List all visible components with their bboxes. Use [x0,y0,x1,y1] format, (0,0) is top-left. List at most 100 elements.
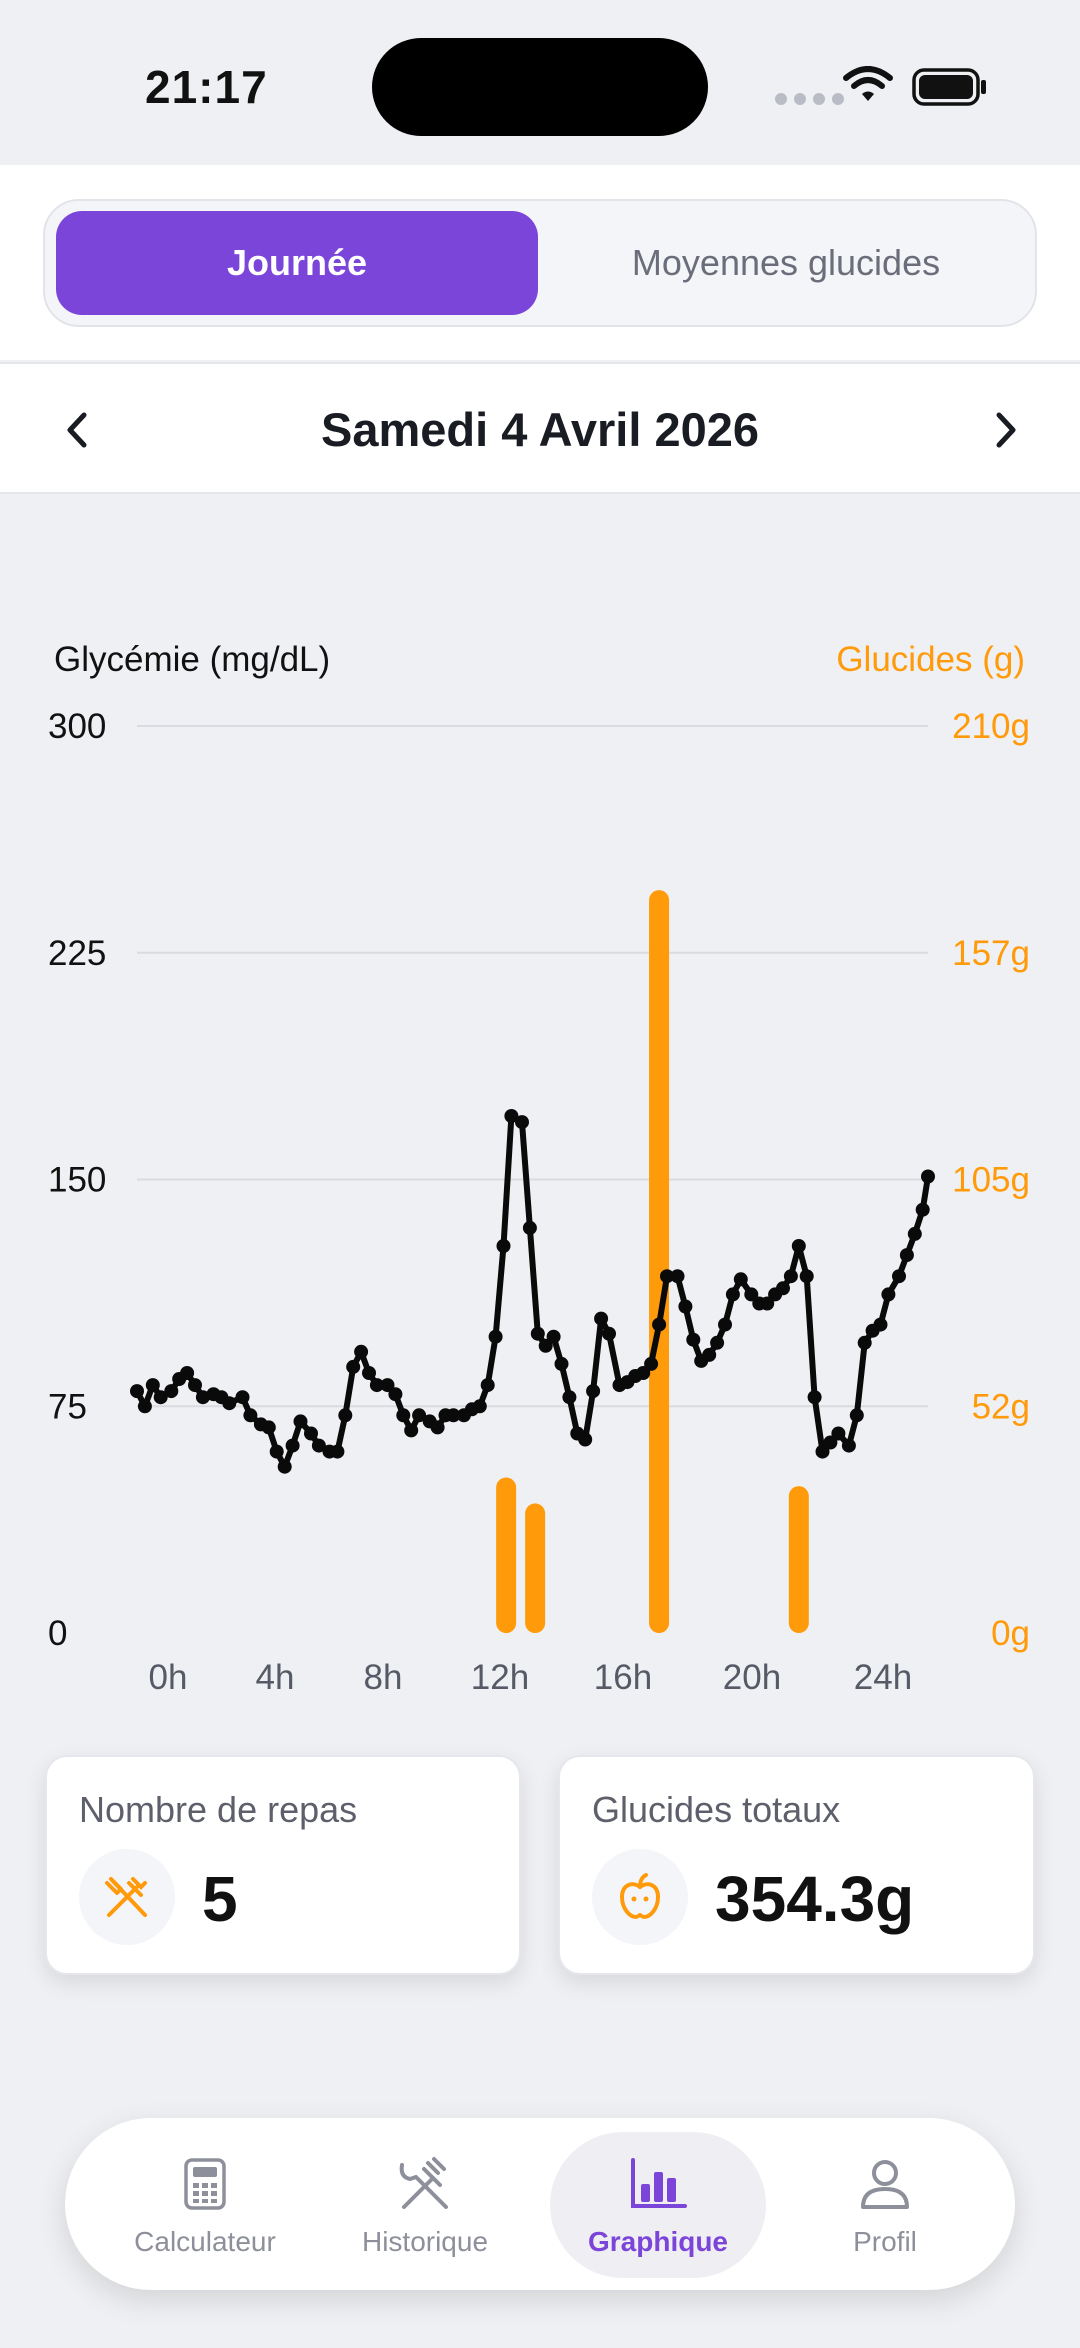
x-tick-label: 8h [364,1658,403,1696]
y-tick-label: 225 [48,934,106,973]
glucose-point [807,1390,822,1405]
glucose-point [338,1408,353,1423]
x-tick-label: 12h [471,1658,529,1696]
glucose-point [164,1384,179,1399]
glucose-point [285,1438,300,1453]
glucose-point [362,1366,376,1380]
right-axis-title: Glucides (g) [836,640,1025,679]
glucose-point [783,1269,798,1284]
glucose-point [293,1414,308,1429]
y2-tick-label: 105g [952,1161,1030,1200]
glucose-point [644,1356,659,1371]
glucose-point [488,1329,503,1344]
tab-graphique[interactable]: Graphique [558,2118,758,2290]
y2-tick-label: 0g [991,1614,1030,1653]
glucose-point [670,1269,685,1284]
glucose-point [915,1202,930,1217]
view-switcher-bar: Journée Moyennes glucides [0,165,1080,360]
carb-bar [525,1503,546,1633]
tab-moyennes-glucides[interactable]: Moyennes glucides [545,211,1027,315]
carb-bar [788,1486,809,1633]
x-tick-label: 4h [256,1658,295,1696]
glucose-point [304,1426,318,1441]
glucose-point [330,1444,345,1459]
glucose-point [346,1359,361,1374]
glucose-point [546,1329,561,1344]
carb-bar [649,890,670,1633]
x-tick-label: 16h [594,1658,652,1696]
status-time: 21:17 [145,61,268,113]
glucose-point [137,1399,152,1414]
fork-knife-icon [79,1849,175,1945]
glucose-point [831,1426,846,1441]
cellular-signal-icon [775,93,844,105]
glucose-point [396,1408,411,1423]
y-tick-label: 75 [48,1387,87,1426]
tab-calculateur[interactable]: Calculateur [105,2118,305,2290]
y-tick-label: 300 [48,707,106,746]
glucose-point [472,1399,487,1414]
glucose-point [776,1281,790,1296]
chart-svg: Glycémie (mg/dL) Glucides (g) 300 210g 225 15… [48,640,1030,1696]
tab-label-historique: Historique [361,2226,489,2257]
battery-icon [912,68,986,106]
y2-tick-label: 52g [972,1387,1030,1426]
glucose-point [480,1378,495,1393]
meals-count-card: Nombre de repas 5 [45,1755,521,1975]
tab-label-profil: Profil [853,2226,917,2257]
glucose-point [388,1387,403,1402]
glucose-point [530,1326,545,1341]
glucose-point [430,1420,445,1435]
tab-journee[interactable]: Journée [56,211,538,315]
dynamic-island [372,38,708,136]
glucose-point [602,1326,616,1341]
glucose-point [733,1272,748,1287]
next-day-button[interactable] [975,400,1035,460]
glucose-point [686,1332,701,1347]
chevron-right-icon [996,412,1016,448]
x-tick-label: 20h [723,1658,781,1696]
glucose-point [354,1344,369,1359]
carb-bar [496,1477,517,1633]
fork-knife-icon [395,2154,455,2214]
x-tick-label: 0h [149,1658,188,1696]
glucose-point [261,1420,276,1435]
glucose-point [799,1269,814,1284]
glucose-point [130,1384,144,1399]
glucose-point [652,1317,667,1332]
glucose-point [180,1366,195,1380]
tab-profil[interactable]: Profil [800,2118,970,2290]
glucose-point [145,1378,160,1393]
total-carbs-label: Glucides totaux [592,1789,841,1830]
glucose-point [586,1384,601,1399]
glucose-point [188,1378,202,1393]
segmented-control: Journée Moyennes glucides [43,199,1037,327]
wifi-icon [843,66,893,101]
glucose-point [277,1459,292,1474]
glucose-point [710,1335,725,1350]
apple-icon [592,1849,688,1945]
glucose-point [702,1347,717,1362]
glucose-point [594,1311,609,1326]
glucose-point [522,1220,537,1235]
glucose-point [554,1356,569,1371]
y2-tick-label: 157g [952,934,1030,973]
meals-count-label: Nombre de repas [79,1789,358,1830]
glucose-point [562,1390,577,1405]
date-navigation: Samedi 4 Avril 2026 [0,362,1080,494]
total-carbs-value: 354.3g [715,1863,915,1935]
glucose-point [496,1239,511,1253]
glucose-point [222,1396,237,1411]
glucose-chart: Glycémie (mg/dL) Glucides (g) 300 210g 225 15… [0,496,1080,1696]
x-tick-label: 24h [854,1658,912,1696]
glucose-point [841,1438,856,1453]
glucose-point [725,1287,740,1302]
glucose-point [907,1226,922,1241]
tab-historique[interactable]: Historique [320,2118,530,2290]
glucose-point [791,1239,806,1253]
glucose-point [873,1317,888,1332]
meals-count-value: 5 [202,1863,238,1935]
glucose-point [881,1287,896,1302]
total-carbs-card: Glucides totaux 354.3g [558,1755,1035,1975]
bottom-tab-bar: Calculateur Historique Graphique Profil [65,2118,1015,2290]
